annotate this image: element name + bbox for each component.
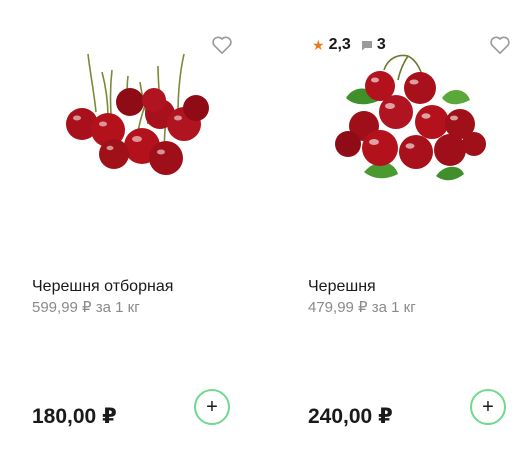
plus-icon: + [482,396,494,418]
product-price: 180,00 ₽ [32,405,117,428]
add-to-cart-button[interactable]: + [470,389,506,425]
add-to-cart-button[interactable]: + [194,389,230,425]
star-icon: ★ [312,36,325,53]
product-name[interactable]: Черешня [308,278,376,296]
plus-icon: + [206,396,218,418]
product-card-cherry[interactable]: ★ 2,3 3 Черешня 479,99 ₽ за 1 кг 240,00 … [266,0,532,458]
product-price: 240,00 ₽ [308,405,393,428]
product-image[interactable] [50,42,220,192]
product-name[interactable]: Черешня отборная [32,278,173,296]
unit-price: 599,99 ₽ за 1 кг [32,299,140,316]
unit-price: 479,99 ₽ за 1 кг [308,299,416,316]
product-image[interactable] [324,40,494,190]
product-card-cherry-select[interactable]: Черешня отборная 599,99 ₽ за 1 кг 180,00… [0,0,266,458]
